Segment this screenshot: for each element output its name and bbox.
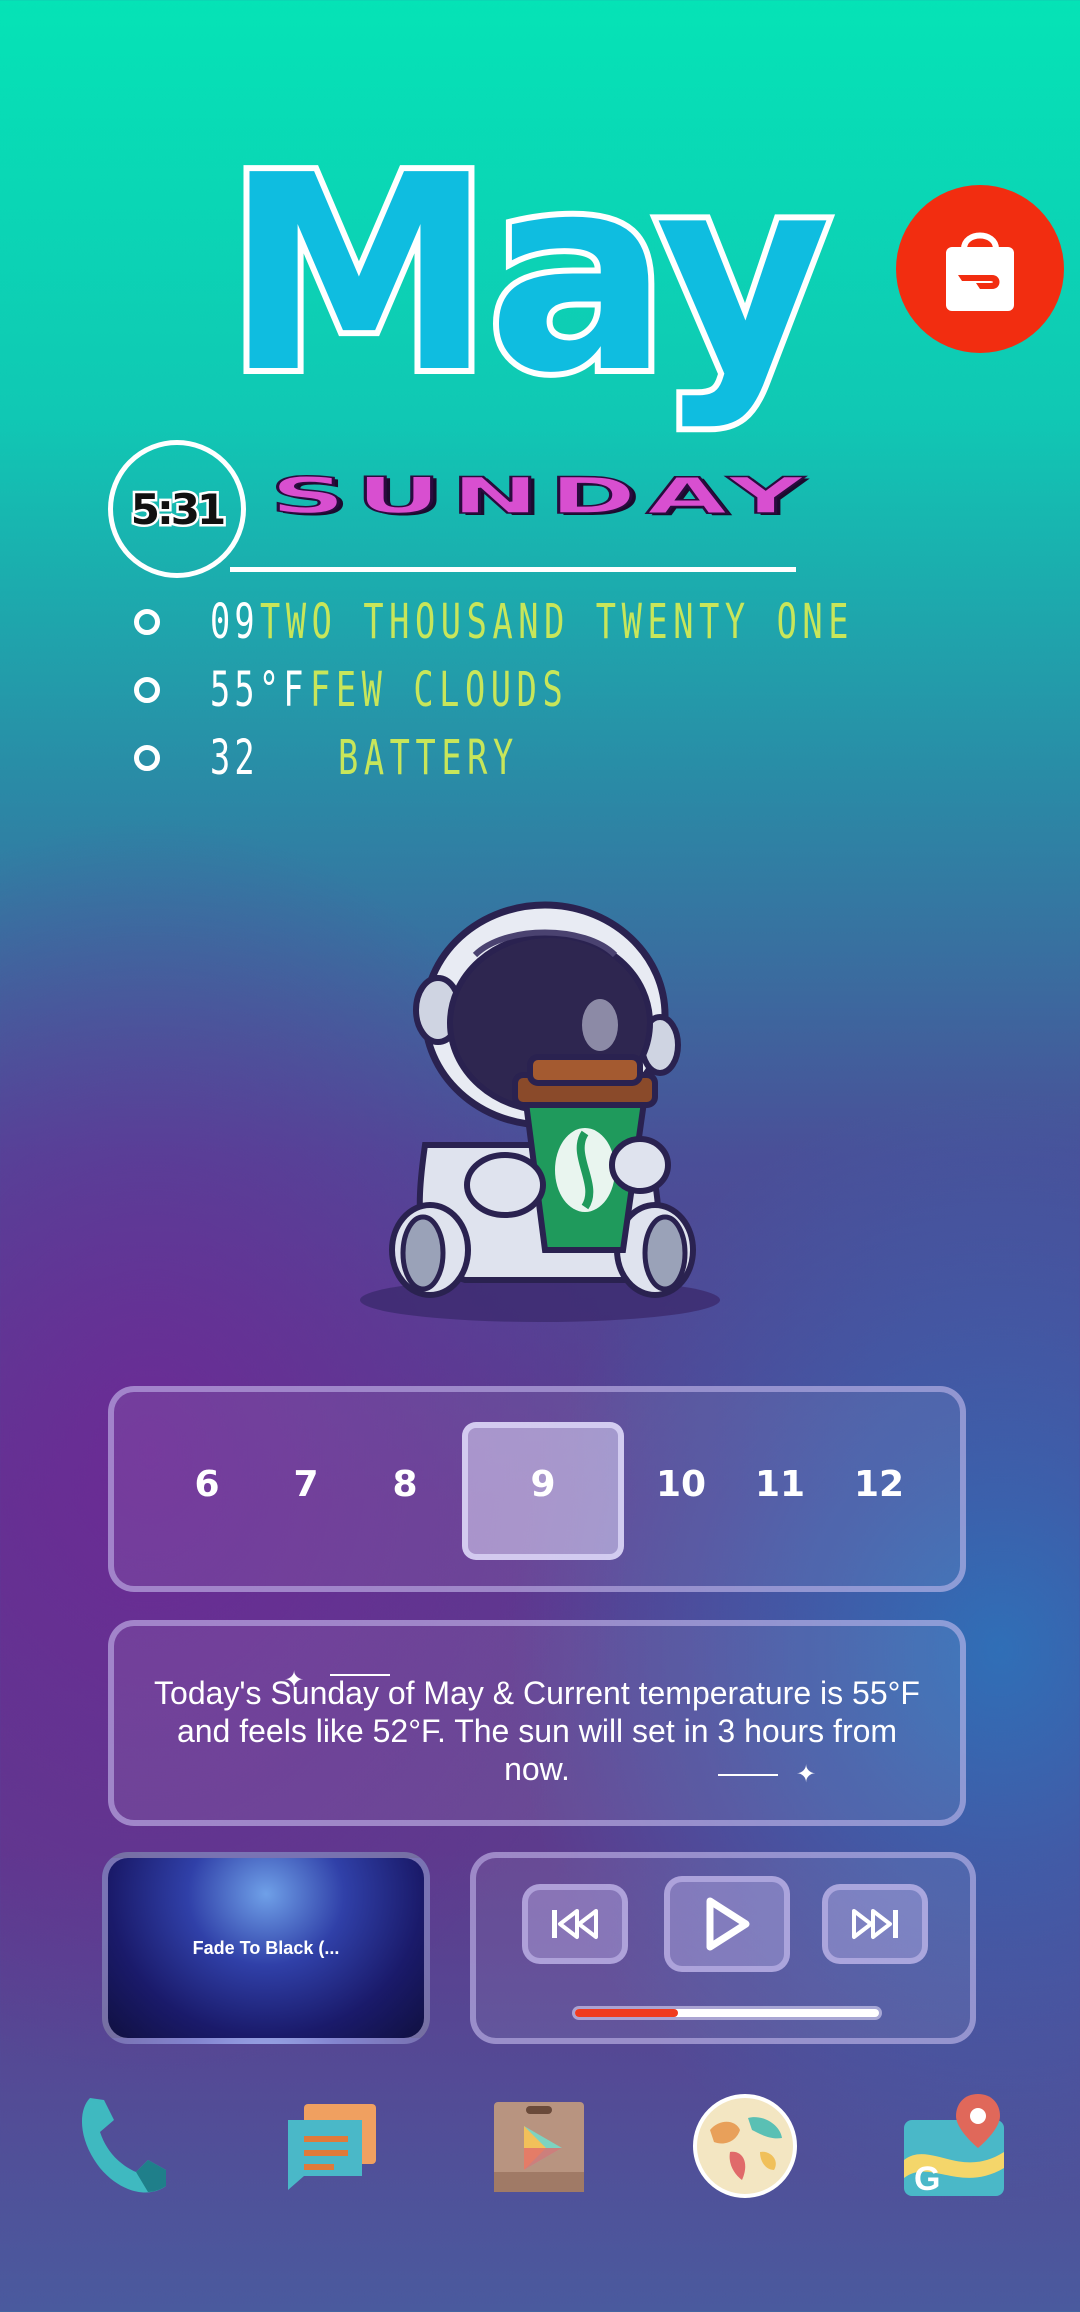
date-item[interactable]: 7 [266,1464,346,1505]
messages-icon[interactable] [274,2090,384,2200]
clock-time: 5:31 [128,482,229,536]
bullet-icon [134,609,160,635]
previous-button[interactable] [522,1884,628,1964]
info-day-number: 09 [210,594,259,650]
date-item[interactable]: 11 [740,1464,820,1505]
date-item-selected[interactable]: 9 [503,1464,583,1505]
play-button[interactable] [664,1876,790,1972]
skip-previous-icon [552,1909,598,1939]
info-battery-level: 32 [210,730,259,786]
info-weather-text: FEW CLOUDS [309,662,568,718]
date-item[interactable]: 12 [839,1464,919,1505]
next-button[interactable] [822,1884,928,1964]
info-row-battery: 32 BATTERY [134,728,596,788]
weekday-label: SUNDAY [268,467,814,525]
svg-text:G: G [914,2160,940,2198]
info-year-text: TWO THOUSAND TWENTY ONE [259,594,854,650]
maps-icon[interactable]: G [900,2090,1010,2200]
info-row-weather: 55°F FEW CLOUDS [134,660,679,720]
month-title: May [219,111,838,438]
weather-summary-card: ✦ Today's Sunday of May & Current temper… [108,1620,966,1826]
info-temperature: 55°F [210,662,308,718]
date-item[interactable]: 6 [167,1464,247,1505]
doordash-app-icon[interactable] [896,185,1064,353]
info-row-date: 09 TWO THOUSAND TWENTY ONE [134,592,1080,652]
play-icon [706,1897,750,1951]
bullet-icon [134,745,160,771]
now-playing-title: Fade To Black (... [192,1938,340,1958]
playback-progress-bar[interactable] [572,2006,882,2020]
date-item[interactable]: 10 [641,1464,721,1505]
media-controls [470,1852,976,2044]
phone-icon[interactable] [70,2090,180,2200]
info-battery-text: BATTERY [337,730,519,786]
date-item[interactable]: 8 [365,1464,445,1505]
now-playing-artwork[interactable]: Fade To Black (... [102,1852,430,2044]
date-strip: 6 7 8 9 10 11 12 [108,1386,966,1592]
astronaut-coffee-illustration [360,901,720,1322]
shopping-bag-icon [946,232,1014,311]
play-store-icon[interactable] [484,2090,594,2200]
header-divider [230,567,796,572]
skip-next-icon [852,1909,898,1939]
sparkle-icon: ✦ [796,1760,817,1788]
clock-badge[interactable]: 5:31 [108,440,246,578]
sparkle-line [718,1774,778,1776]
globe-icon[interactable] [690,2090,800,2200]
playback-progress-fill [575,2009,679,2017]
bullet-icon [134,677,160,703]
